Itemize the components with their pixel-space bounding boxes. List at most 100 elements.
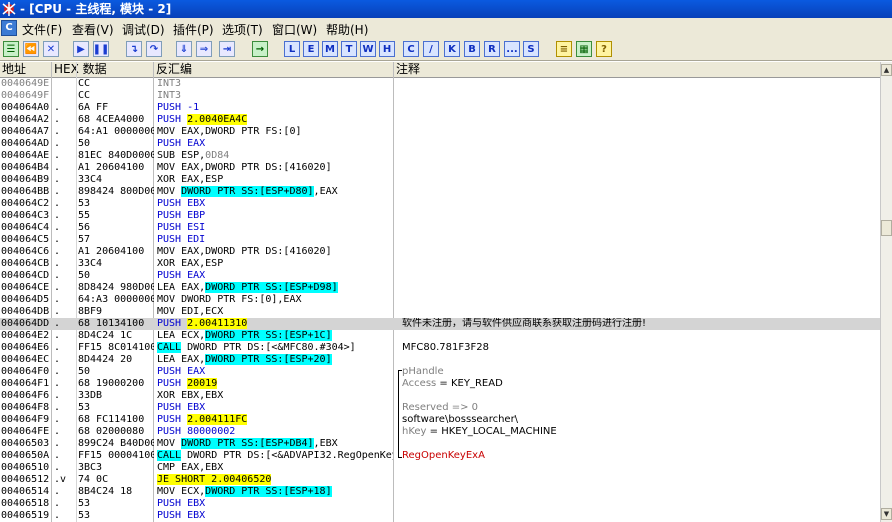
header-hex[interactable]: HEX 数据 <box>52 62 154 77</box>
log-window-button[interactable]: L <box>284 41 300 57</box>
disassembly-row[interactable]: 00406512 .v 74 0C JE SHORT 2.00406520 <box>0 474 880 486</box>
menu-help[interactable]: 帮助(H) <box>326 21 368 38</box>
disassembly-row[interactable]: 004064B9. 33C4 XOR EAX,ESP <box>0 174 880 186</box>
disassembly-token: XOR EBX,EBX <box>157 390 224 401</box>
run-trace-button[interactable]: ... <box>504 41 520 57</box>
disassembly-row[interactable]: 004064A2. 68 4CEA4000 PUSH 2.0040EA4C <box>0 114 880 126</box>
disassembly-row[interactable]: 004064A7. 64:A1 00000000 MOV EAX,DWORD PTR… <box>0 126 880 138</box>
call-arguments-bracket <box>398 370 402 458</box>
source-button[interactable]: S <box>523 41 539 57</box>
row-hex-bytes: 53 <box>78 198 91 209</box>
disassembly-row[interactable]: 00406518. 53 PUSH EBX <box>0 498 880 510</box>
menu-window[interactable]: 窗口(W) <box>272 21 317 38</box>
menu-file[interactable]: 文件(F) <box>22 21 62 38</box>
disassembly-row[interactable]: 004064F1. 68 19000200 PUSH 20019 Access = K… <box>0 378 880 390</box>
disassembly-row[interactable]: 004064AD. 50 PUSH EAX <box>0 138 880 150</box>
disassembly-row[interactable]: 004064C5. 57 PUSH EDI <box>0 234 880 246</box>
step-over-icon[interactable]: ↷ <box>146 41 162 57</box>
disassembly-row[interactable]: 004064DD. 68 10134100 PUSH 2.00411310 软件未注册… <box>0 318 880 330</box>
cpu-window-icon[interactable]: C <box>1 20 17 36</box>
disassembly-row[interactable]: 004064BB. 898424 800D0000MOV DWORD PTR SS… <box>0 186 880 198</box>
disassembly-row[interactable]: 004064F0. 50 PUSH EAX pHandle <box>0 366 880 378</box>
disassembly-token: PUSH <box>157 114 188 125</box>
disassembly-row[interactable]: 004064F8. 53 PUSH EBX Reserved => 0 <box>0 402 880 414</box>
run-icon[interactable]: ▶ <box>73 41 89 57</box>
disassembly-row[interactable]: 004064AE. 81EC 840D0000 SUB ESP,0D84 <box>0 150 880 162</box>
trace-into-icon[interactable]: ⇓ <box>176 41 192 57</box>
trace-over-icon[interactable]: ⇒ <box>196 41 212 57</box>
menu-plugins[interactable]: 插件(P) <box>173 21 214 38</box>
disassembly-row[interactable]: 004064CD. 50 PUSH EAX <box>0 270 880 282</box>
disassembly-row[interactable]: 004064F6. 33DB XOR EBX,EBX <box>0 390 880 402</box>
disassembly-row[interactable]: 004064EC. 8D4424 20 LEA EAX,DWORD PTR SS:[… <box>0 354 880 366</box>
breakpoints-button[interactable]: B <box>464 41 480 57</box>
disassembly-row[interactable]: 00406519. 53 PUSH EBX <box>0 510 880 522</box>
disassembly-token: JE SHORT 2.00406520 <box>157 474 272 485</box>
disassembly-row[interactable]: 0040649E CC INT3 <box>0 78 880 90</box>
header-address[interactable]: 地址 <box>0 62 52 77</box>
disassembly-row[interactable]: 004064E6. FF15 8C014100 CALL DWORD PTR DS:… <box>0 342 880 354</box>
header-disassembly[interactable]: 反汇编 <box>154 62 394 77</box>
disassembly-row[interactable]: 0040650A. FF15 00004100 CALL DWORD PTR DS:… <box>0 450 880 462</box>
disassembly-row[interactable]: 004064DB. 8BF9 MOV EDI,ECX <box>0 306 880 318</box>
row-address: 00406519 <box>1 510 50 521</box>
scroll-down-icon[interactable]: ▼ <box>881 508 892 520</box>
row-marker: . <box>54 486 61 497</box>
list-view-icon[interactable]: ≡ <box>556 41 572 57</box>
appearance-icon[interactable]: ▦ <box>576 41 592 57</box>
row-hex-bytes: 64:A3 00000000 <box>78 294 154 305</box>
menu-debug[interactable]: 调试(D) <box>122 21 165 38</box>
disassembly-row[interactable]: 004064C3. 55 PUSH EBP <box>0 210 880 222</box>
disassembly-row[interactable]: 004064B4. A1 20604100 MOV EAX,DWORD PTR DS… <box>0 162 880 174</box>
call-stack-button[interactable]: K <box>444 41 460 57</box>
disassembly-row[interactable]: 004064FE. 68 02000080 PUSH 80000002 hKey = … <box>0 426 880 438</box>
disassembly-row[interactable]: 004064CE. 8D8424 980D0000LEA EAX,DWORD PT… <box>0 282 880 294</box>
memory-map-button[interactable]: M <box>322 41 338 57</box>
executable-modules-button[interactable]: E <box>303 41 319 57</box>
row-disassembly: JE SHORT 2.00406520 <box>157 474 393 486</box>
patches-button[interactable]: / <box>423 41 439 57</box>
restart-icon[interactable]: ⏪ <box>23 41 39 57</box>
cpu-button[interactable]: C <box>403 41 419 57</box>
row-hex-bytes: 81EC 840D0000 <box>78 150 154 161</box>
disassembly-row[interactable]: 004064E2. 8D4C24 1C LEA ECX,DWORD PTR SS:[… <box>0 330 880 342</box>
disassembly-list[interactable]: 0040649E CC INT3 0040649F CC INT3 004064A0. 6A … <box>0 78 880 522</box>
row-marker: . <box>54 438 61 449</box>
row-hex-bytes: CC <box>78 78 91 89</box>
menu-options[interactable]: 选项(T) <box>222 21 263 38</box>
disassembly-row[interactable]: 004064D5. 64:A3 00000000 MOV DWORD PTR FS:… <box>0 294 880 306</box>
disassembly-row[interactable]: 00406514. 8B4C24 18 MOV ECX,DWORD PTR SS:[… <box>0 486 880 498</box>
execute-till-return-icon[interactable]: ⇥ <box>219 41 235 57</box>
help-icon[interactable]: ? <box>596 41 612 57</box>
disassembly-row[interactable]: 00406503. 899C24 B40D0000MOV DWORD PTR SS… <box>0 438 880 450</box>
disassembly-row[interactable]: 004064CB. 33C4 XOR EAX,ESP <box>0 258 880 270</box>
open-file-icon[interactable]: ☰ <box>3 41 19 57</box>
disassembly-row[interactable]: 004064C4. 56 PUSH ESI <box>0 222 880 234</box>
disassembly-row[interactable]: 0040649F CC INT3 <box>0 90 880 102</box>
menu-view[interactable]: 查看(V) <box>72 21 114 38</box>
row-disassembly: MOV EAX,DWORD PTR FS:[0] <box>157 126 393 138</box>
threads-button[interactable]: T <box>341 41 357 57</box>
handles-button[interactable]: H <box>379 41 395 57</box>
vertical-scrollbar[interactable]: ▲ ▼ <box>880 62 892 522</box>
row-hex-bytes: 50 <box>78 270 91 281</box>
header-comment[interactable]: 注释 <box>394 62 880 77</box>
pause-icon[interactable]: ❚❚ <box>93 41 109 57</box>
scroll-up-icon[interactable]: ▲ <box>881 64 892 76</box>
close-program-icon[interactable]: ✕ <box>43 41 59 57</box>
row-address: 0040649F <box>1 90 50 101</box>
disassembly-row[interactable]: 004064C6. A1 20604100 MOV EAX,DWORD PTR DS… <box>0 246 880 258</box>
windows-button[interactable]: W <box>360 41 376 57</box>
ollydbg-bug-icon[interactable] <box>1 1 17 17</box>
step-into-icon[interactable]: ↴ <box>126 41 142 57</box>
scroll-thumb[interactable] <box>881 220 892 236</box>
row-disassembly: LEA ECX,DWORD PTR SS:[ESP+1C] <box>157 330 393 342</box>
disassembly-row[interactable]: 00406510. 3BC3 CMP EAX,EBX <box>0 462 880 474</box>
disassembly-row[interactable]: 004064C2. 53 PUSH EBX <box>0 198 880 210</box>
row-marker: . <box>54 354 61 365</box>
references-button[interactable]: R <box>484 41 500 57</box>
goto-address-icon[interactable]: → <box>252 41 268 57</box>
disassembly-row[interactable]: 004064A0. 6A FF PUSH -1 <box>0 102 880 114</box>
disassembly-row[interactable]: 004064F9. 68 FC114100 PUSH 2.004111FC softw… <box>0 414 880 426</box>
disassembly-token: 20019 <box>187 378 218 389</box>
